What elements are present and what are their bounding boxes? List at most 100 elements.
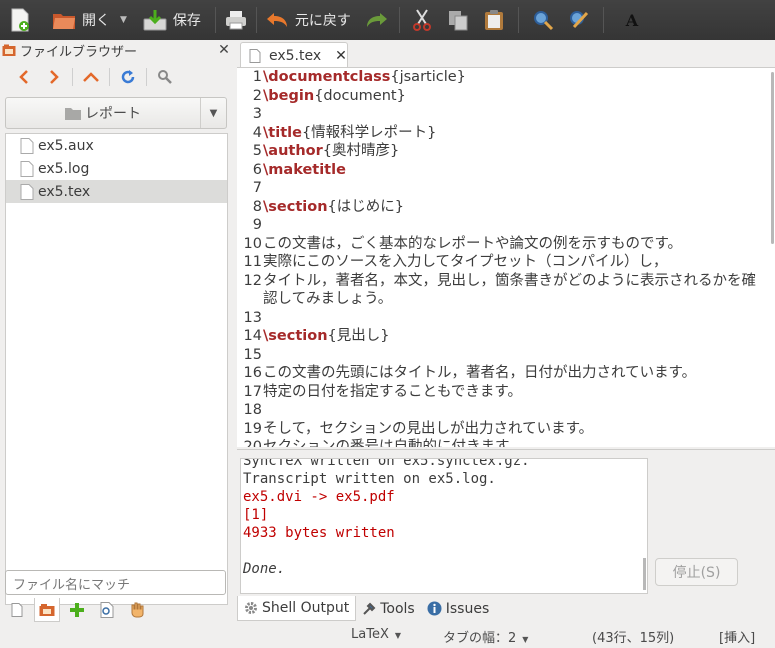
chevron-down-icon: ▼: [522, 635, 529, 644]
documents-tab-icon[interactable]: [4, 598, 30, 622]
file-icon: [20, 137, 34, 154]
nav-separator: [109, 68, 110, 86]
toolbar-separator: [255, 7, 257, 33]
tab-width-selector[interactable]: タブの幅：2 ▼: [443, 627, 528, 646]
scissors-icon: [410, 8, 434, 32]
code-argument: {情報科学レポート}: [301, 124, 437, 141]
snippets-tab-icon[interactable]: [124, 598, 150, 622]
toolbar-separator: [398, 7, 400, 33]
tab-ex5-tex[interactable]: ex5.tex ✕: [240, 42, 348, 68]
undo-arrow-icon: [265, 8, 289, 32]
redo-arrow-icon: [365, 8, 389, 32]
code-lines: 1 \documentclass{jsarticle} 2 \begin{docume…: [237, 68, 775, 447]
code-editor[interactable]: 1 \documentclass{jsarticle} 2 \begin{docume…: [237, 67, 775, 447]
filter-search-icon[interactable]: [153, 65, 177, 89]
tab-width-label: タブの幅：2: [443, 631, 517, 646]
close-icon[interactable]: ✕: [216, 42, 232, 58]
document-search-tab-icon[interactable]: [94, 598, 120, 622]
location-selector[interactable]: レポート ▼: [5, 97, 227, 129]
file-browser-tab-icon[interactable]: [34, 598, 60, 622]
font-button[interactable]: A: [620, 0, 644, 40]
code-argument: {見出し}: [327, 328, 390, 344]
code-line: 9: [237, 216, 775, 235]
font-icon: A: [625, 10, 639, 30]
language-selector[interactable]: LaTeX ▼: [351, 627, 401, 642]
output-scrollbar[interactable]: [643, 558, 646, 590]
new-document-icon: [8, 8, 32, 32]
cut-button[interactable]: [410, 0, 434, 40]
line-number: 13: [243, 309, 262, 326]
document-tabbar: ex5.tex ✕: [237, 40, 775, 68]
close-tab-icon[interactable]: ✕: [335, 48, 347, 64]
add-tab-icon[interactable]: [64, 598, 90, 622]
code-text: 実際にこのソースを入力してタイプセット（コンパイル）し，: [263, 253, 775, 272]
open-label: 開く: [82, 13, 110, 29]
nav-separator: [146, 68, 147, 86]
line-number: 15: [243, 346, 262, 363]
chevron-down-icon[interactable]: ▼: [200, 98, 226, 128]
nav-separator: [72, 68, 73, 86]
redo-button[interactable]: [365, 0, 389, 40]
code-argument: タイトル，著者名，本文，見出し，箇条書きがどのように表示されるかを確認してみまし…: [263, 272, 756, 308]
search-replace-button[interactable]: [567, 0, 591, 40]
print-button[interactable]: [224, 0, 248, 40]
tab-tools[interactable]: Tools: [356, 596, 421, 621]
code-line: 4 \title{情報科学レポート}: [237, 124, 775, 143]
stop-button[interactable]: 停止(S): [655, 558, 738, 586]
code-text: \author{奥村晴彦}: [263, 142, 775, 161]
open-dropdown-arrow[interactable]: ▼: [120, 15, 127, 25]
file-item-log[interactable]: ex5.log: [6, 157, 227, 180]
line-number: 20: [243, 439, 262, 447]
code-line: 7: [237, 179, 775, 198]
tab-label: Tools: [380, 600, 415, 617]
forward-arrow-icon[interactable]: [42, 65, 66, 89]
paste-button[interactable]: [482, 0, 506, 40]
file-icon: [20, 183, 34, 200]
code-argument: この文書の先頭にはタイトル，著者名，日付が出力されています。: [263, 365, 697, 381]
code-line: 15: [237, 346, 775, 365]
line-number: 4: [252, 124, 262, 141]
location-label: レポート: [85, 106, 141, 122]
refresh-icon[interactable]: [116, 65, 140, 89]
code-argument: 実際にこのソースを入力してタイプセット（コンパイル）し，: [263, 254, 668, 270]
language-label: LaTeX: [351, 627, 389, 642]
save-label: 保存: [172, 13, 201, 29]
clipboard-icon: [482, 8, 506, 32]
file-filter-input[interactable]: ファイル名にマッチ: [5, 570, 226, 595]
copy-icon: [446, 8, 470, 32]
editor-scrollbar[interactable]: [771, 72, 774, 244]
tab-shell-output[interactable]: Shell Output: [237, 596, 357, 621]
code-argument: {はじめに}: [327, 198, 404, 215]
file-icon: [20, 160, 34, 177]
code-text: \maketitle: [263, 161, 775, 180]
line-number: 16: [243, 365, 262, 381]
file-item-tex[interactable]: ex5.tex: [6, 180, 227, 203]
search-replace-icon: [567, 8, 591, 32]
open-button[interactable]: 開く ▼: [52, 0, 127, 40]
new-document-button[interactable]: [8, 0, 32, 40]
file-icon: [249, 48, 261, 63]
code-argument: そして，セクションの見出しが出力されています。: [263, 420, 594, 437]
code-text: \documentclass{jsarticle}: [263, 68, 775, 87]
tab-issues[interactable]: Issues: [421, 596, 496, 621]
code-text: タイトル，著者名，本文，見出し，箇条書きがどのように表示されるかを確認してみまし…: [263, 272, 775, 309]
code-text: この文書は，ごく基本的なレポートや論文の例を示すものです。: [263, 235, 775, 254]
save-button[interactable]: 保存: [143, 0, 201, 40]
line-number: 18: [243, 402, 262, 418]
latex-command: \begin: [263, 87, 315, 104]
undo-button[interactable]: 元に戻す: [265, 0, 351, 40]
up-arrow-icon[interactable]: [79, 65, 103, 89]
search-button[interactable]: [531, 0, 555, 40]
copy-button[interactable]: [446, 0, 470, 40]
file-item-aux[interactable]: ex5.aux: [6, 134, 227, 157]
shell-output[interactable]: SyncTeX written on ex5.synctex.gz. Transc…: [240, 458, 648, 594]
gear-icon: [244, 601, 258, 615]
tab-label: Issues: [445, 600, 490, 617]
side-panel-tabs: [0, 597, 236, 623]
back-arrow-icon[interactable]: [12, 65, 36, 89]
